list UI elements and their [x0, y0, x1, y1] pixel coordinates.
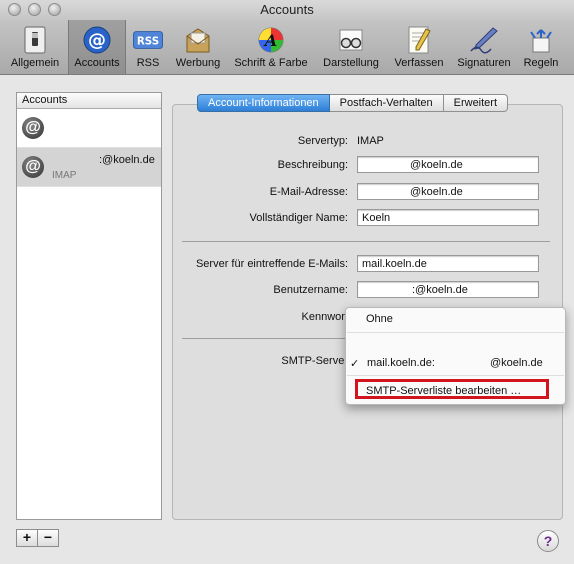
- toolbar-label: Verfassen: [394, 57, 444, 69]
- account-item[interactable]: @: [17, 109, 161, 148]
- incoming-server-field[interactable]: mail.koeln.de: [357, 255, 539, 272]
- account-buttons: + −: [16, 529, 59, 547]
- tab-postfach-verhalten[interactable]: Postfach-Verhalten: [329, 94, 444, 112]
- section-divider: [182, 241, 550, 242]
- account-type: IMAP: [52, 170, 77, 181]
- menu-item-ohne[interactable]: Ohne: [346, 313, 574, 325]
- window-title: Accounts: [260, 2, 314, 17]
- account-item-selected[interactable]: @ :@koeln.de IMAP: [17, 148, 161, 187]
- email-label: E-Mail-Adresse:: [269, 186, 348, 198]
- menu-divider: [347, 375, 564, 376]
- font-color-icon: A: [256, 25, 286, 55]
- accounts-list: Accounts @ @ :@koeln.de IMAP: [16, 92, 162, 520]
- toolbar-label: Regeln: [523, 57, 559, 69]
- full-name-field[interactable]: Koeln: [357, 209, 539, 226]
- beschreibung-label: Beschreibung:: [277, 159, 348, 171]
- add-account-button[interactable]: +: [16, 529, 38, 547]
- menu-divider: [347, 332, 564, 333]
- svg-text:RSS: RSS: [137, 36, 159, 48]
- toolbar-verfassen[interactable]: Verfassen: [388, 20, 450, 74]
- tab-erweitert[interactable]: Erweitert: [443, 94, 509, 112]
- toolbar-label: Allgemein: [10, 57, 60, 69]
- incoming-server-label: Server für eintreffende E-Mails:: [195, 258, 348, 270]
- password-label: Kennwort: [301, 311, 348, 323]
- email-field[interactable]: @koeln.de: [357, 183, 539, 200]
- servertyp-label: Servertyp:: [297, 135, 348, 147]
- toolbar-signaturen[interactable]: Signaturen: [452, 20, 516, 74]
- toolbar-label: Darstellung: [323, 57, 379, 69]
- check-mark-icon: ✓: [350, 358, 360, 370]
- settings-tabs: Account-Informationen Postfach-Verhalten…: [197, 94, 509, 112]
- menu-item-account: @koeln.de: [490, 357, 543, 369]
- glasses-icon: [336, 25, 366, 55]
- toolbar-regeln[interactable]: Regeln: [518, 20, 564, 74]
- toolbar-allgemein[interactable]: Allgemein: [4, 20, 66, 74]
- rss-icon: RSS: [133, 25, 163, 55]
- section-divider: [182, 338, 345, 339]
- username-field[interactable]: :@koeln.de: [357, 281, 539, 298]
- toolbar-darstellung[interactable]: Darstellung: [318, 20, 384, 74]
- title-bar: Accounts: [0, 0, 574, 20]
- toolbar-label: Accounts: [74, 57, 120, 69]
- beschreibung-field[interactable]: @koeln.de: [357, 156, 539, 173]
- servertyp-value: IMAP: [357, 135, 384, 147]
- menu-item-label: mail.koeln.de:: [367, 357, 435, 369]
- toolbar-label: Signaturen: [457, 57, 511, 69]
- toolbar-label: RSS: [136, 57, 160, 69]
- svg-text:@: @: [88, 30, 106, 51]
- remove-account-button[interactable]: −: [38, 529, 59, 547]
- username-label: Benutzername:: [273, 284, 348, 296]
- toolbar-schrift-farbe[interactable]: A Schrift & Farbe: [228, 20, 314, 74]
- switch-icon: [20, 25, 50, 55]
- svg-text:A: A: [263, 31, 277, 50]
- compose-icon: [404, 25, 434, 55]
- accounts-list-header: Accounts: [17, 93, 161, 109]
- signature-icon: [469, 25, 499, 55]
- toolbar-rss[interactable]: RSS RSS: [128, 20, 168, 74]
- at-icon: @: [82, 25, 112, 55]
- preferences-window: Accounts Allgemein @ Accounts RSS RSS We…: [0, 0, 574, 564]
- rules-icon: [526, 25, 556, 55]
- menu-item-label: Ohne: [366, 313, 393, 325]
- toolbar-accounts[interactable]: @ Accounts: [68, 20, 126, 74]
- toolbar-werbung[interactable]: Werbung: [170, 20, 226, 74]
- toolbar-label: Schrift & Farbe: [234, 57, 308, 69]
- smtp-server-label: SMTP-Server: [281, 355, 348, 367]
- at-icon: @: [22, 156, 44, 178]
- help-button[interactable]: ?: [537, 530, 559, 552]
- highlight-box: [355, 379, 549, 399]
- tab-account-informationen[interactable]: Account-Informationen: [197, 94, 330, 112]
- account-name: :@koeln.de: [99, 154, 155, 166]
- at-icon: @: [22, 117, 44, 139]
- full-name-label: Vollständiger Name:: [249, 212, 348, 224]
- junk-mail-icon: [183, 25, 213, 55]
- toolbar-label: Werbung: [175, 57, 221, 69]
